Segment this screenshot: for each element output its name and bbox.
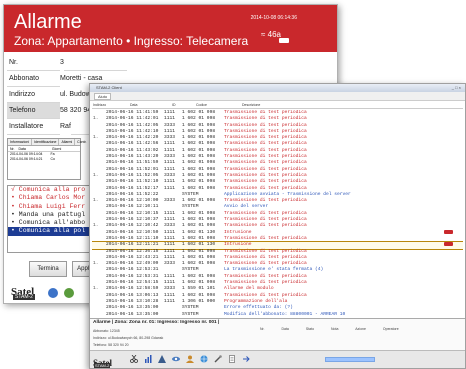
row-tag: Co bbox=[50, 157, 55, 161]
camera-icon bbox=[279, 38, 289, 43]
logo-product: STAM-2 bbox=[13, 294, 35, 300]
column-header: Azione bbox=[355, 327, 366, 331]
status-icon[interactable] bbox=[64, 288, 75, 298]
action-item[interactable]: • Manda una pattugl bbox=[8, 211, 101, 219]
column-header: Nota bbox=[331, 327, 339, 331]
column-header: Stato bbox=[305, 327, 315, 331]
detail-line: Abbonato: 12345 bbox=[93, 329, 120, 333]
column-header[interactable]: Data bbox=[130, 103, 137, 107]
document-icon[interactable] bbox=[228, 355, 236, 363]
column-header[interactable]: Descrizione bbox=[242, 103, 260, 107]
event-log-list: 2014-06-16 11:41:59 1111 1 602 01 098 Trasm… bbox=[92, 110, 463, 316]
field-label: Installatore bbox=[9, 123, 44, 130]
row-code: SYSTEM bbox=[182, 311, 199, 317]
tab-info[interactable]: Informazioni bbox=[8, 139, 33, 145]
logo-product: STAM-2 bbox=[94, 363, 111, 368]
alarm-flag-icon bbox=[444, 242, 453, 247]
end-button[interactable]: Termina bbox=[29, 261, 67, 277]
detail-line: Indirizzo: ul.Budowlanych 66, 80-298 Gda… bbox=[93, 336, 164, 340]
action-item[interactable]: • Comunica all'abbo bbox=[8, 219, 101, 227]
column-header[interactable]: Codice bbox=[196, 103, 207, 107]
action-list: √ Comunica alla pro • Chiama Carlos Mor … bbox=[7, 185, 102, 253]
field-label: Abbonato bbox=[9, 75, 39, 82]
alarm-header: Allarme Zona: Appartamento • Ingresso: T… bbox=[4, 5, 337, 52]
event-detail-panel: Allarme | Zona: Zona nr. 01: Ingresso: I… bbox=[90, 318, 465, 350]
field-value: Raf bbox=[60, 119, 71, 135]
menu-bar: Aiuto bbox=[90, 92, 465, 101]
column-header: Nr. bbox=[10, 147, 15, 151]
field-number: Nr. 3 bbox=[7, 55, 127, 71]
window-titlebar: STAM-2 Client _ □ × bbox=[90, 84, 465, 92]
alarm-subtitle: Zona: Appartamento • Ingresso: Telecamer… bbox=[14, 34, 249, 48]
column-header: Operatore bbox=[382, 327, 399, 331]
tab-control[interactable]: Contr. bbox=[75, 139, 90, 145]
row-date: 2014-04-06 09:14:21 bbox=[10, 157, 43, 161]
tools-icon[interactable] bbox=[214, 355, 222, 363]
log-header: Indirizzo Data ID Codice Descrizione bbox=[92, 103, 463, 109]
alarm-flag-icon bbox=[444, 229, 453, 234]
detail-columns: Nr. Data Stato Nota Azione Operatore bbox=[260, 327, 415, 331]
eye-icon[interactable] bbox=[172, 355, 180, 363]
table-row[interactable]: 2014-04-06 09:14:21 Co bbox=[8, 157, 80, 162]
event-log-window: STAM-2 Client _ □ × Aiuto Indirizzo Data… bbox=[89, 83, 466, 369]
field-label: Indirizzo bbox=[9, 91, 36, 98]
event-row[interactable]: 2014-06-16 13:35:00 SYSTEM Modifica dell'a… bbox=[92, 312, 463, 317]
chart-icon[interactable] bbox=[144, 355, 152, 363]
field-value: 3 bbox=[60, 55, 64, 71]
satel-logo: Satel STAM-2 bbox=[11, 282, 45, 300]
arrow-icon[interactable] bbox=[242, 355, 250, 363]
tab-identification[interactable]: Identificazione bbox=[32, 139, 60, 145]
row-description: Modifica dell'abbonato: 88800001 - ARREA… bbox=[224, 311, 346, 317]
window-controls[interactable]: _ □ × bbox=[452, 85, 461, 90]
column-header[interactable]: ID bbox=[172, 103, 176, 107]
action-item[interactable]: • Chiama Luigi Ferr bbox=[8, 203, 101, 211]
window-title: STAM-2 Client bbox=[96, 85, 122, 90]
field-label: Nr. bbox=[9, 59, 18, 66]
column-header: Nr. bbox=[260, 327, 265, 331]
subscriber-history-table: Informazioni Identificazione Allarmi Con… bbox=[7, 138, 90, 180]
cut-icon[interactable] bbox=[130, 355, 138, 363]
column-header: Data bbox=[18, 147, 26, 151]
action-item[interactable]: √ Comunica alla pro bbox=[8, 186, 101, 194]
warning-icon[interactable] bbox=[158, 355, 166, 363]
alarm-title: Allarme bbox=[14, 11, 82, 33]
column-header: Giorni bbox=[51, 147, 62, 151]
column-header[interactable]: Indirizzo bbox=[93, 103, 106, 107]
status-progress bbox=[325, 357, 375, 362]
history-tabs: Informazioni Identificazione Allarmi Con… bbox=[8, 139, 90, 146]
globe-icon[interactable] bbox=[48, 288, 58, 298]
field-label: Telefono bbox=[9, 107, 36, 114]
action-item-selected[interactable]: • Comunica alla pol bbox=[8, 227, 101, 236]
alarm-id: ≈ 46a bbox=[261, 30, 281, 39]
menu-help[interactable]: Aiuto bbox=[94, 93, 112, 100]
user-icon[interactable] bbox=[186, 355, 194, 363]
globe-icon[interactable] bbox=[200, 355, 208, 363]
detail-line: Telefono: 58 320 94 20 bbox=[93, 343, 129, 347]
column-header: Data bbox=[281, 327, 289, 331]
satel-logo: Satel STAM-2 bbox=[93, 353, 121, 368]
action-item[interactable]: • Chiama Carlos Mor bbox=[8, 194, 101, 202]
bottom-toolbar: Satel STAM-2 bbox=[90, 350, 465, 368]
tab-alarms[interactable]: Allarmi bbox=[59, 139, 76, 145]
detail-title: Allarme | Zona: Zona nr. 01: Ingresso: I… bbox=[93, 320, 220, 325]
alarm-date: 2014-10-08 06:14:36 bbox=[250, 15, 297, 21]
row-date: 2014-06-16 13:35:00 bbox=[106, 311, 159, 317]
